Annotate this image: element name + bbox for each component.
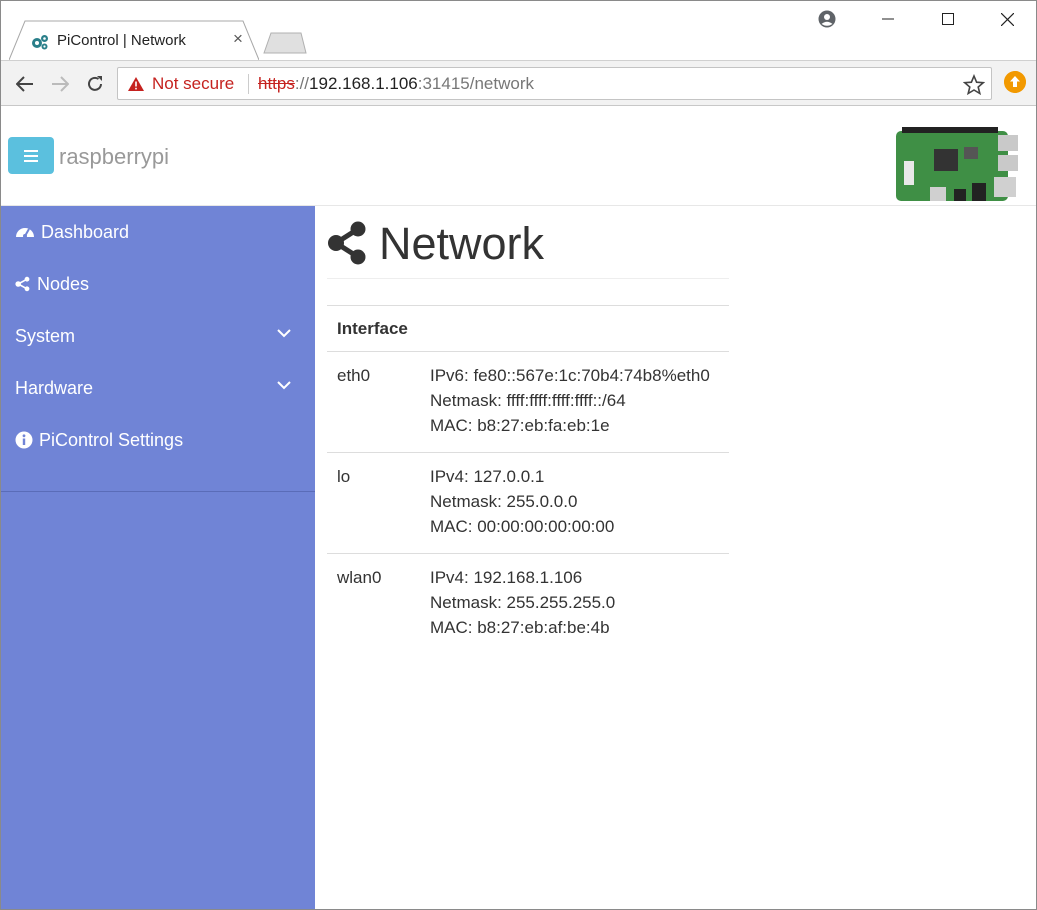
- browser-window: PiControl | Network × Not secure https:/…: [0, 0, 1037, 910]
- interface-details: IPv6: fe80::567e:1c:70b4:74b8%eth0 Netma…: [420, 351, 729, 453]
- address-bar[interactable]: Not secure https://192.168.1.106:31415/n…: [117, 67, 992, 100]
- sidebar-item-label: Nodes: [37, 273, 90, 294]
- sidebar-item-hardware[interactable]: Hardware: [1, 362, 315, 414]
- url-host: 192.168.1.106: [309, 74, 418, 93]
- bookmark-star-icon[interactable]: [963, 74, 985, 96]
- info-circle-icon: [15, 431, 33, 449]
- netmask-line: Netmask: ffff:ffff:ffff:ffff::/64: [430, 391, 626, 410]
- brand-hostname[interactable]: raspberrypi: [59, 144, 169, 170]
- network-table: Interface eth0 IPv6: fe80::567e:1c:70b4:…: [327, 305, 729, 654]
- browser-tab[interactable]: PiControl | Network ×: [9, 20, 259, 61]
- netmask-line: Netmask: 255.255.255.0: [430, 593, 616, 612]
- extension-update-icon[interactable]: [1004, 71, 1026, 93]
- close-icon: [1000, 12, 1014, 26]
- gears-icon: [32, 35, 48, 50]
- chevron-down-icon: [277, 381, 291, 390]
- url-path: :31415/network: [417, 74, 534, 93]
- sidebar-item-label: Hardware: [15, 377, 94, 398]
- hamburger-icon-line: [24, 154, 38, 157]
- mac-line: MAC: b8:27:eb:fa:eb:1e: [430, 416, 610, 435]
- interface-details: IPv4: 127.0.0.1 Netmask: 255.0.0.0 MAC: …: [420, 452, 729, 554]
- browser-toolbar: Not secure https://192.168.1.106:31415/n…: [1, 60, 1036, 106]
- arrow-left-icon: [16, 76, 33, 92]
- table-row: lo IPv4: 127.0.0.1 Netmask: 255.0.0.0 MA…: [327, 452, 729, 554]
- sidebar-item-system[interactable]: System: [1, 310, 315, 362]
- sidebar-item-picontrol-settings[interactable]: PiControl Settings: [1, 414, 315, 466]
- main-content: Network Interface eth0 IPv6: fe80::567e:…: [315, 206, 1036, 909]
- reload-button[interactable]: [80, 69, 110, 99]
- interface-name: lo: [327, 452, 420, 554]
- url-separator: ://: [294, 74, 310, 93]
- tab-title: PiControl | Network: [57, 32, 186, 49]
- netmask-line: Netmask: 255.0.0.0: [430, 492, 578, 511]
- maximize-button[interactable]: [919, 1, 977, 37]
- warning-icon: [128, 77, 144, 91]
- chevron-down-icon: [277, 329, 291, 338]
- sidebar: Dashboard Nodes System Hardware PiContro…: [1, 206, 315, 909]
- url-scheme: https: [258, 74, 295, 93]
- maximize-icon: [942, 13, 954, 25]
- close-window-button[interactable]: [978, 1, 1036, 37]
- raspberry-pi-board-image: [896, 127, 1018, 201]
- share-icon: [15, 276, 30, 292]
- interface-name: eth0: [327, 351, 420, 453]
- mac-line: MAC: 00:00:00:00:00:00: [430, 517, 615, 536]
- address-separator: [248, 74, 249, 94]
- security-label[interactable]: Not secure: [152, 74, 234, 94]
- address-line: IPv4: 127.0.0.1: [430, 467, 545, 486]
- sidebar-item-label: System: [15, 325, 76, 346]
- table-row: wlan0 IPv4: 192.168.1.106 Netmask: 255.2…: [327, 554, 729, 655]
- hamburger-icon-line: [24, 149, 38, 152]
- minimize-icon: [882, 18, 894, 20]
- interface-name: wlan0: [337, 568, 382, 587]
- hamburger-icon-line: [24, 159, 38, 162]
- sidebar-divider: [1, 491, 315, 492]
- column-header-interface: Interface: [327, 305, 729, 352]
- table-header-row: Interface: [327, 305, 729, 352]
- sidebar-item-nodes[interactable]: Nodes: [1, 258, 315, 310]
- title-bar: PiControl | Network ×: [1, 1, 1036, 61]
- page-header: Network: [327, 216, 729, 279]
- page-title: Network: [379, 218, 545, 269]
- mac-line: MAC: b8:27:eb:af:be:4b: [430, 618, 610, 637]
- reload-icon: [88, 76, 102, 91]
- sidebar-item-label: Dashboard: [41, 221, 130, 242]
- arrow-right-icon: [52, 76, 69, 92]
- minimize-button[interactable]: [859, 1, 917, 37]
- sidebar-item-label: PiControl Settings: [39, 429, 184, 450]
- table-row: eth0 IPv6: fe80::567e:1c:70b4:74b8%eth0 …: [327, 351, 729, 453]
- address-line: IPv4: 192.168.1.106: [430, 568, 583, 587]
- menu-toggle-button[interactable]: [8, 137, 54, 174]
- dashboard-icon: [16, 228, 34, 238]
- new-tab-button[interactable]: [263, 32, 307, 54]
- forward-button[interactable]: [45, 69, 75, 99]
- tab-close-icon[interactable]: ×: [229, 30, 247, 48]
- interface-details: IPv4: 192.168.1.106 Netmask: 255.255.255…: [420, 554, 729, 655]
- address-line: IPv6: fe80::567e:1c:70b4:74b8%eth0: [430, 366, 710, 385]
- sidebar-item-dashboard[interactable]: Dashboard: [1, 206, 315, 258]
- share-icon: [328, 221, 366, 265]
- back-button[interactable]: [10, 69, 40, 99]
- app-header: raspberrypi: [1, 106, 1036, 206]
- url-text[interactable]: https://192.168.1.106:31415/network: [258, 74, 534, 94]
- profile-icon[interactable]: [818, 10, 836, 28]
